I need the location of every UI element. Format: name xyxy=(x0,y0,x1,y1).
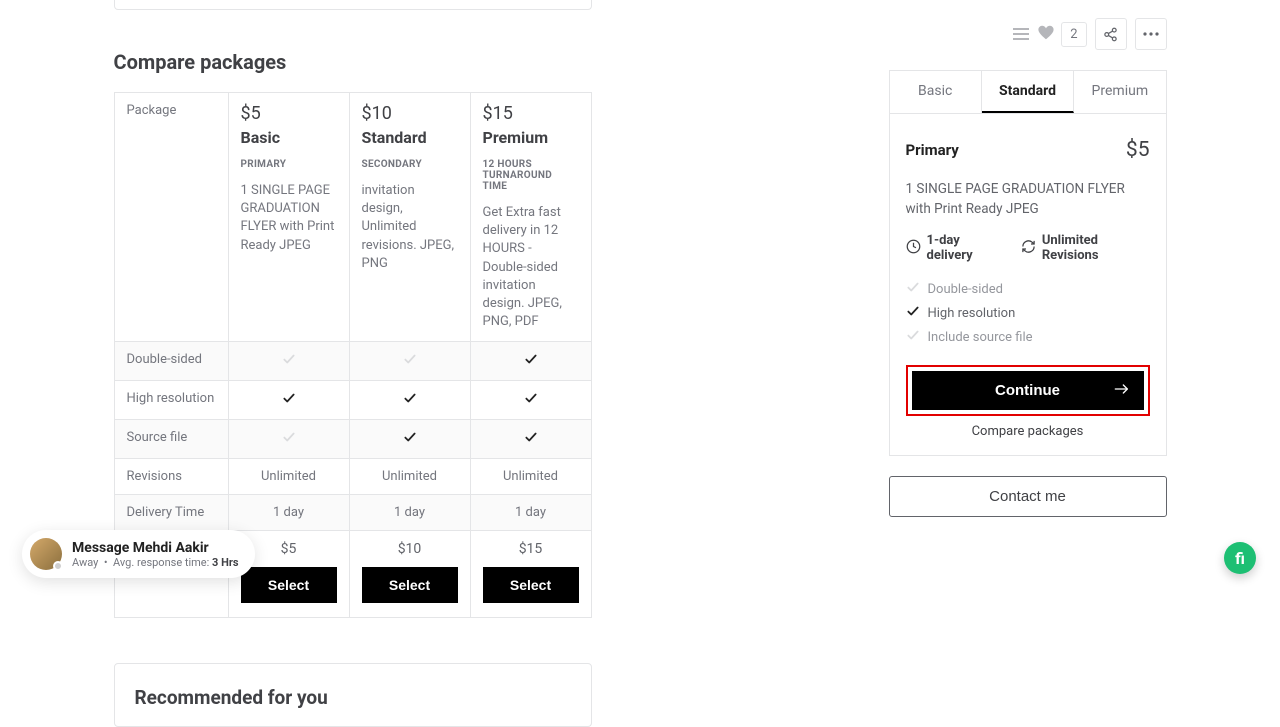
heart-icon[interactable] xyxy=(1037,24,1055,44)
tab-premium[interactable]: Premium xyxy=(1074,71,1165,113)
cell-text: 1 day xyxy=(228,495,349,531)
check-yes-icon xyxy=(403,430,417,448)
tab-basic[interactable]: Basic xyxy=(890,71,982,113)
continue-highlight: Continue xyxy=(906,365,1150,416)
chat-name: Message Mehdi Aakir xyxy=(72,540,239,556)
tier-desc: invitation design, Unlimited revisions. … xyxy=(362,182,458,273)
row-high-res: High resolution xyxy=(114,381,228,420)
feature-label: Double-sided xyxy=(928,282,1004,297)
continue-label: Continue xyxy=(995,382,1060,399)
feature-item: Double-sided xyxy=(906,277,1150,301)
chat-response-time: 3 Hrs xyxy=(212,556,239,569)
package-name: Primary xyxy=(906,141,959,159)
row-revisions: Revisions xyxy=(114,459,228,495)
tier-head-standard: $10 Standard SECONDARY invitation design… xyxy=(349,93,470,342)
package-panel: Primary $5 1 SINGLE PAGE GRADUATION FLYE… xyxy=(889,114,1167,456)
row-source-file: Source file xyxy=(114,420,228,459)
check-no-icon xyxy=(282,352,296,370)
check-yes-icon xyxy=(282,391,296,409)
tier-price: $10 xyxy=(362,103,458,124)
check-yes-icon xyxy=(403,391,417,409)
feature-item: Include source file xyxy=(906,325,1150,349)
check-yes-icon xyxy=(524,352,538,370)
revisions-meta: Unlimited Revisions xyxy=(1042,233,1150,263)
tier-head-premium: $15 Premium 12 HOURS TURNAROUND TIME Get… xyxy=(470,93,591,342)
cell-text: 1 day xyxy=(349,495,470,531)
more-button[interactable] xyxy=(1135,18,1167,50)
favorite-count: 2 xyxy=(1061,22,1086,47)
previous-section-card xyxy=(114,0,592,10)
chat-widget[interactable]: Message Mehdi Aakir Away • Avg. response… xyxy=(22,530,255,578)
clock-icon xyxy=(906,239,921,258)
cell-total: $15 Select xyxy=(470,531,591,618)
tab-standard[interactable]: Standard xyxy=(982,71,1074,113)
fiverr-fab-icon[interactable]: fi xyxy=(1224,542,1256,574)
cell-check xyxy=(228,342,349,381)
tier-price: $15 xyxy=(483,103,579,124)
package-tabs: Basic Standard Premium xyxy=(889,70,1167,114)
share-button[interactable] xyxy=(1095,18,1127,50)
list-icon[interactable] xyxy=(1013,27,1029,41)
tier-name: Basic xyxy=(241,128,337,147)
recommended-section: Recommended for you xyxy=(114,663,592,727)
chat-response-prefix: Avg. response time: xyxy=(113,556,209,569)
package-desc: 1 SINGLE PAGE GRADUATION FLYER with Prin… xyxy=(906,180,1150,219)
select-premium-button[interactable]: Select xyxy=(483,567,579,603)
total-price: $5 xyxy=(281,541,297,557)
tier-desc: Get Extra fast delivery in 12 HOURS - Do… xyxy=(483,204,579,331)
cell-check xyxy=(470,381,591,420)
cell-text: Unlimited xyxy=(349,459,470,495)
tier-sub: SECONDARY xyxy=(362,159,458,170)
compare-title: Compare packages xyxy=(114,50,814,74)
compare-packages-link[interactable]: Compare packages xyxy=(906,424,1150,439)
compare-header-package: Package xyxy=(114,93,228,342)
chat-meta: Away • Avg. response time: 3 Hrs xyxy=(72,556,239,569)
row-double-sided: Double-sided xyxy=(114,342,228,381)
tier-sub: 12 HOURS TURNAROUND TIME xyxy=(483,159,579,192)
check-no-icon xyxy=(282,430,296,448)
package-price: $5 xyxy=(1126,138,1150,162)
check-yes-icon xyxy=(524,391,538,409)
chat-status: Away xyxy=(72,556,98,569)
contact-button[interactable]: Contact me xyxy=(889,476,1167,517)
arrow-right-icon xyxy=(1114,382,1130,399)
avatar xyxy=(30,538,62,570)
cell-check xyxy=(349,342,470,381)
row-delivery: Delivery Time xyxy=(114,495,228,531)
cell-total: $10 Select xyxy=(349,531,470,618)
continue-button[interactable]: Continue xyxy=(912,371,1144,410)
feature-item: High resolution xyxy=(906,301,1150,325)
tier-name: Standard xyxy=(362,128,458,147)
total-price: $15 xyxy=(519,541,543,557)
status-dot-icon xyxy=(53,561,63,571)
cell-check xyxy=(349,381,470,420)
feature-label: High resolution xyxy=(928,306,1016,321)
select-basic-button[interactable]: Select xyxy=(241,567,337,603)
cell-text: 1 day xyxy=(470,495,591,531)
revisions-icon xyxy=(1021,239,1036,258)
feature-list: Double-sided High resolution Include sou… xyxy=(906,277,1150,349)
tier-head-basic: $5 Basic PRIMARY 1 SINGLE PAGE GRADUATIO… xyxy=(228,93,349,342)
cell-check xyxy=(228,381,349,420)
tier-price: $5 xyxy=(241,103,337,124)
check-no-icon xyxy=(906,328,920,346)
cell-text: Unlimited xyxy=(228,459,349,495)
tier-sub: PRIMARY xyxy=(241,159,337,170)
tier-name: Premium xyxy=(483,128,579,147)
total-price: $10 xyxy=(398,541,422,557)
check-yes-icon xyxy=(906,304,920,322)
check-no-icon xyxy=(403,352,417,370)
delivery-meta: 1-day delivery xyxy=(927,233,1003,263)
cell-check xyxy=(470,342,591,381)
check-no-icon xyxy=(906,280,920,298)
select-standard-button[interactable]: Select xyxy=(362,567,458,603)
cell-text: Unlimited xyxy=(470,459,591,495)
recommended-title: Recommended for you xyxy=(135,686,571,709)
cell-check xyxy=(470,420,591,459)
check-yes-icon xyxy=(524,430,538,448)
cell-check xyxy=(349,420,470,459)
cell-check xyxy=(228,420,349,459)
tier-desc: 1 SINGLE PAGE GRADUATION FLYER with Prin… xyxy=(241,182,337,255)
feature-label: Include source file xyxy=(928,330,1033,345)
